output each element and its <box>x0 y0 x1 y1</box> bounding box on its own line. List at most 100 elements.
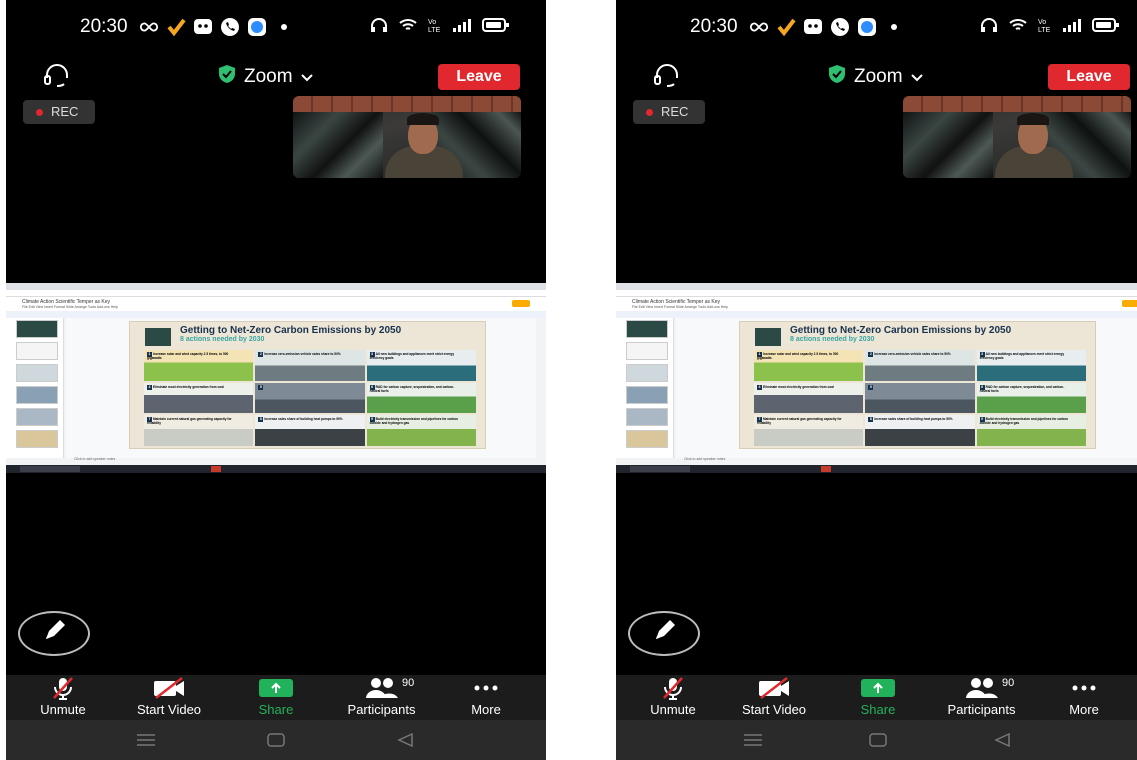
share-button[interactable]: Share <box>853 675 903 720</box>
slide-cell: 2 Increase zero-emission vehicle sales sh… <box>255 350 365 381</box>
muted-mic-icon <box>28 675 98 700</box>
unmute-button[interactable]: Unmute <box>28 675 98 720</box>
slide-cell: 3 All new buildings and appliances meet s… <box>976 350 1086 381</box>
home-nav-icon[interactable] <box>868 731 888 754</box>
wifi-icon <box>398 17 418 38</box>
share-arrow-icon <box>861 678 895 697</box>
unmute-button[interactable]: Unmute <box>638 675 708 720</box>
wifi-icon <box>1008 17 1028 38</box>
presentation-slide: Getting to Net-Zero Carbon Emissions by … <box>739 321 1096 449</box>
share-doc-button <box>1122 300 1137 307</box>
signal-icon <box>452 17 472 38</box>
slide-cell: 5 <box>255 382 365 414</box>
annotate-button[interactable] <box>628 611 700 656</box>
participants-button[interactable]: 90 Participants <box>934 675 1029 720</box>
infinity-icon <box>749 17 769 37</box>
slide-cell: 9 Build electricity transmission and pipe… <box>976 415 1086 446</box>
check-icon <box>166 17 186 37</box>
shared-screen[interactable]: Climate Action Scientific Temper as Key … <box>616 283 1137 473</box>
participant-video-thumbnail[interactable] <box>293 96 521 178</box>
participants-count: 90 <box>402 677 415 689</box>
slide-cell: 3 All new buildings and appliances meet s… <box>366 350 476 381</box>
annotate-button[interactable] <box>18 611 90 656</box>
pencil-icon <box>41 618 67 649</box>
phone-icon <box>220 17 240 37</box>
share-arrow-icon <box>259 678 293 697</box>
leave-button[interactable]: Leave <box>438 64 520 90</box>
svg-text:LTE: LTE <box>428 27 441 33</box>
more-dots-icon <box>461 675 511 700</box>
slide-cell: 7 Maintain current natural gas generating… <box>144 415 254 446</box>
meeting-title: Zoom <box>244 66 293 87</box>
video-off-icon <box>124 675 214 700</box>
more-button[interactable]: More <box>1059 675 1109 720</box>
rec-dot-icon <box>646 109 653 116</box>
back-nav-icon[interactable] <box>396 731 416 754</box>
blue-app-icon <box>247 17 267 37</box>
svg-text:Vo: Vo <box>1038 19 1046 26</box>
audio-headset-icon[interactable] <box>652 64 682 93</box>
slide-cell: 1 Increase solar and wind capacity 2.5 ti… <box>144 350 254 381</box>
slide-cell: 8 Increase sales share of building heat p… <box>255 415 365 446</box>
slide-logo <box>755 328 781 346</box>
status-bar: 20:30 Vo LTE <box>616 0 1137 56</box>
slide-cell: 4 Eliminate most electricity generation f… <box>144 382 254 414</box>
android-nav-bar <box>616 720 1137 760</box>
menu-nav-icon[interactable] <box>136 731 156 754</box>
doc-menu: File Edit View Insert Format Slide Arran… <box>632 305 728 309</box>
participants-icon <box>334 675 429 700</box>
phone-screen-right: 20:30 Vo LTE Zoom Leave REC Climate Acti… <box>616 0 1137 760</box>
participant-video-thumbnail[interactable] <box>903 96 1131 178</box>
slide-thumbnails <box>616 318 674 458</box>
shared-screen[interactable]: Climate Action Scientific Temper as Key … <box>6 283 546 473</box>
battery-icon <box>1092 17 1120 38</box>
infinity-icon <box>139 17 159 37</box>
back-nav-icon[interactable] <box>993 731 1013 754</box>
share-button[interactable]: Share <box>251 675 301 720</box>
pencil-icon <box>651 618 677 649</box>
more-button[interactable]: More <box>461 675 511 720</box>
signal-icon <box>1062 17 1082 38</box>
slide-title: Getting to Net-Zero Carbon Emissions by … <box>180 325 402 336</box>
meeting-topbar: Zoom Leave <box>616 58 1137 98</box>
status-time: 20:30 <box>690 16 738 37</box>
chevron-down-icon <box>300 66 313 88</box>
doc-menu: File Edit View Insert Format Slide Arran… <box>22 305 118 309</box>
phone-screen-left: 20:30 Vo LTE Zoom Leave REC Climate Acti… <box>6 0 546 760</box>
chevron-down-icon <box>910 66 923 88</box>
meeting-title-dropdown[interactable]: Zoom <box>218 64 313 90</box>
meeting-topbar: Zoom Leave <box>6 58 546 98</box>
slide-cell: 6 R&D for carbon capture, sequestration, … <box>366 382 476 414</box>
meeting-title-dropdown[interactable]: Zoom <box>828 64 923 90</box>
volte-icon: Vo LTE <box>428 17 442 38</box>
start-video-button[interactable]: Start Video <box>124 675 214 720</box>
presentation-slide: Getting to Net-Zero Carbon Emissions by … <box>129 321 486 449</box>
dot-icon <box>274 17 294 37</box>
meeting-toolbar: Unmute Start Video Share 90 Participants… <box>616 675 1137 720</box>
check-icon <box>776 17 796 37</box>
slide-subtitle: 8 actions needed by 2030 <box>180 336 265 343</box>
home-nav-icon[interactable] <box>266 731 286 754</box>
shield-icon <box>218 64 236 90</box>
audio-headset-icon[interactable] <box>42 64 72 93</box>
status-time: 20:30 <box>80 16 128 37</box>
svg-text:LTE: LTE <box>1038 27 1051 33</box>
slide-cell: 5 <box>865 382 975 414</box>
slide-cell: 8 Increase sales share of building heat p… <box>865 415 975 446</box>
slide-cell: 4 Eliminate most electricity generation f… <box>754 382 864 414</box>
message-icon <box>193 17 213 37</box>
leave-button[interactable]: Leave <box>1048 64 1130 90</box>
start-video-button[interactable]: Start Video <box>729 675 819 720</box>
meeting-toolbar: Unmute Start Video Share 90 Participants… <box>6 675 546 720</box>
battery-icon <box>482 17 510 38</box>
message-icon <box>803 17 823 37</box>
menu-nav-icon[interactable] <box>743 731 763 754</box>
participants-count: 90 <box>1002 677 1015 689</box>
windows-taskbar <box>616 465 1137 473</box>
slide-cell: 6 R&D for carbon capture, sequestration, … <box>976 382 1086 414</box>
participants-icon <box>934 675 1029 700</box>
blue-app-icon <box>857 17 877 37</box>
participants-button[interactable]: 90 Participants <box>334 675 429 720</box>
slide-thumbnails <box>6 318 64 458</box>
muted-mic-icon <box>638 675 708 700</box>
